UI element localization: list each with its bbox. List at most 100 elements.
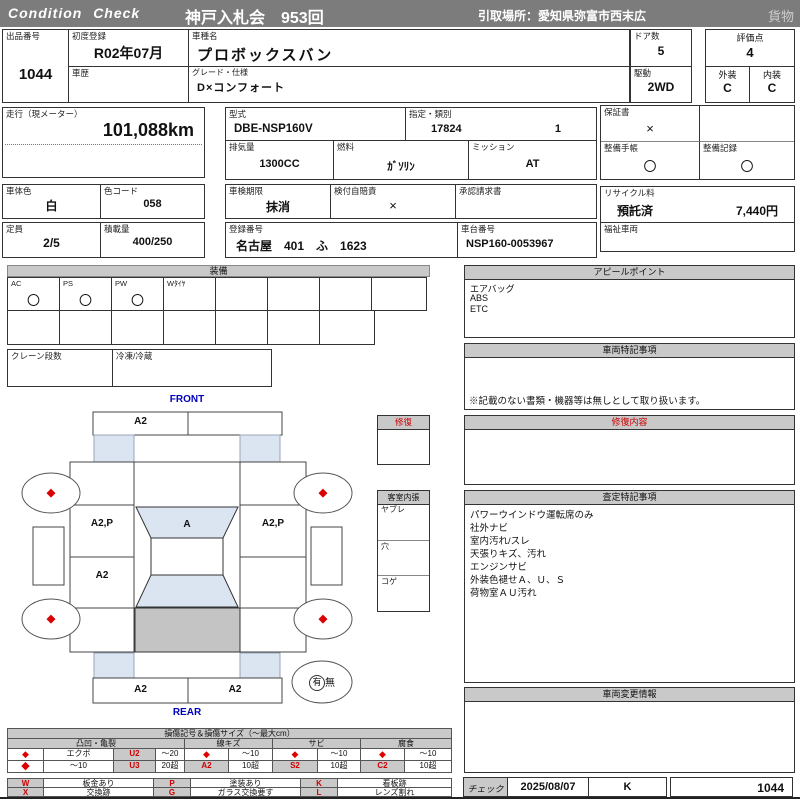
legend-g0-r2-size: 20超 [155,760,185,773]
class-number-value: 17824 [431,123,462,135]
model-name-value: プロボックスバン [197,47,334,64]
maintenance-record-value: 〇 [740,159,754,174]
cargo-area-shape [134,607,241,653]
mileage-divider [5,144,202,145]
vehicle-notes-title-text: 車両特記事項 [602,345,657,355]
check-lot-number: 1044 [757,781,784,795]
header-bar: Condition Check 神戸入札会 953回 引取場所：愛知県弥富市西末… [0,0,800,27]
class-cell: 指定・類別 17824 1 [406,108,596,141]
transmission-label: ミッション [472,142,515,152]
vehicle-notes-title: 車両特記事項 [465,344,794,358]
legend-code-X-label: 交換跡 [43,787,154,797]
exterior-label: 外装 [718,70,737,80]
equipment-row2-cell-3 [163,310,216,345]
interior-trim-box: 客室内張 ヤブレ 穴 コゲ [377,490,430,612]
equipment-row2-cell-4 [215,310,268,345]
class-sub-value: 1 [554,123,561,135]
equipment-label-1: PS [63,279,74,288]
lot-number-label: 出品番号 [6,31,41,41]
capacity-label: 定員 [6,224,24,234]
legend-code-L-label: レンズ割れ [337,787,452,797]
legend-code-X: X [7,787,44,797]
history-cell: 車歴 [69,67,189,102]
equipment-cell-3: Wﾀｲﾔ [163,277,216,311]
color-code-label: 色コード [104,186,139,196]
change-info-title: 車両変更情報 [465,688,794,702]
equipment-row2-cell-2 [111,310,164,345]
check-inspector: K [623,781,632,793]
fuel-value: ｶﾞｿﾘﾝ [387,161,415,173]
appeal-line-1: ABS [470,293,489,303]
load-label: 積載量 [104,224,130,234]
legend-g2-r2-code: S2 [272,760,318,773]
fuel-label: 燃料 [337,142,355,152]
score-cell: 評価点 4 [706,30,794,67]
transmission-value: AT [525,158,540,170]
equipment-mark-1: 〇 [78,293,92,308]
damage-diamond-icon: ◆ [46,613,56,625]
rear-corner-right-shape [239,652,281,679]
pickup-location: 引取場所：愛知県弥富市西末広 [478,9,647,23]
cowl-right-shape [239,434,281,463]
capacity-cell: 定員 2/5 [3,223,101,257]
warranty-value: × [646,121,654,136]
jibaiseki-value: × [389,198,397,213]
assessment-title: 査定特記事項 [465,491,794,505]
exterior-value: C [723,81,732,95]
spare-no: 無 [325,678,335,689]
mileage-label: 走行（現メーター） [6,109,83,119]
freezer-cell: 冷凍/冷蔵 [113,350,271,386]
interior-trim-title: 客室内張 [378,491,429,505]
repair-flag-title: 修復 [378,416,429,430]
inspection-box: 車検期限 抹消 検付自賠責 × 承認請求書 [225,184,597,219]
displacement-cell: 排気量 1300CC [226,141,334,179]
repair-details-title-text: 修復内容 [611,417,648,427]
check-lot-cell: 1044 [670,777,793,797]
mileage-box: 走行（現メーター） 101,088km [2,107,205,178]
vehicle-notes-disclaimer: ※記載のない書類・機器等は無しとして取り扱います。 [469,396,706,407]
jibaiseki-label: 検付自賠責 [334,186,377,196]
first-registration-value: R02年07月 [93,45,164,61]
assessment-line-3: 天張りキズ、汚れ [470,549,547,560]
model-code-label: 型式 [229,109,247,119]
rear-corner-left-shape [93,652,135,679]
body-color-cell: 車体色 白 [3,185,101,218]
mileage-value: 101,088km [102,120,194,140]
damage-diamond-icon: ◆ [46,487,56,499]
brand-logo: Condition Check [8,5,141,21]
assessment-title-text: 査定特記事項 [602,492,657,502]
mark-front-bumper: A2 [134,416,147,427]
crane-label: クレーン段数 [11,351,62,361]
recycle-cell: リサイクル料 預託済 7,440円 [601,187,794,223]
welfare-cell: 福祉車両 [601,223,794,251]
repair-details-box: 修復内容 [464,415,795,485]
roof-shape [150,537,224,576]
check-date-cell: 2025/08/07 [507,777,589,797]
spare-yes-circled: 有 [309,675,325,692]
recycle-fee-value: 7,440円 [735,204,778,218]
check-label-cell: チェック [463,777,508,797]
equipment-cell-5 [267,277,320,311]
doors-value: 5 [657,44,665,58]
first-registration-cell: 初度登録 R02年07月 [69,30,189,67]
legend-g0-r2-label: ～10 [43,760,114,773]
recycle-status-value: 預託済 [617,204,654,218]
change-info-box: 車両変更情報 [464,687,795,773]
check-label: チェック [467,784,504,794]
maintenance-record-cell: 整備記録 〇 [700,142,794,179]
equipment-cell-4 [215,277,268,311]
appeal-line-2: ETC [470,304,488,314]
appeal-title: アピールポイント [465,266,794,280]
appeal-box: アピールポイント エアバッグ ABS ETC [464,265,795,338]
inspection-cell: 車検期限 抹消 [226,185,331,218]
rear-label: REAR [172,707,202,718]
exterior-cell: 外装 C [706,67,750,102]
color-code-cell: 色コード 058 [101,185,204,218]
category-label: 貨物 [767,9,794,24]
rocker-left-shape [32,526,65,586]
legend-g3-r2-size: 10超 [404,760,452,773]
assessment-line-0: パワーウインドウ運転席のみ [470,510,594,521]
equipment-cell-6 [319,277,372,311]
equipment-row2-cell-1 [59,310,112,345]
interior-trim-row-0: ヤブレ [378,504,429,541]
